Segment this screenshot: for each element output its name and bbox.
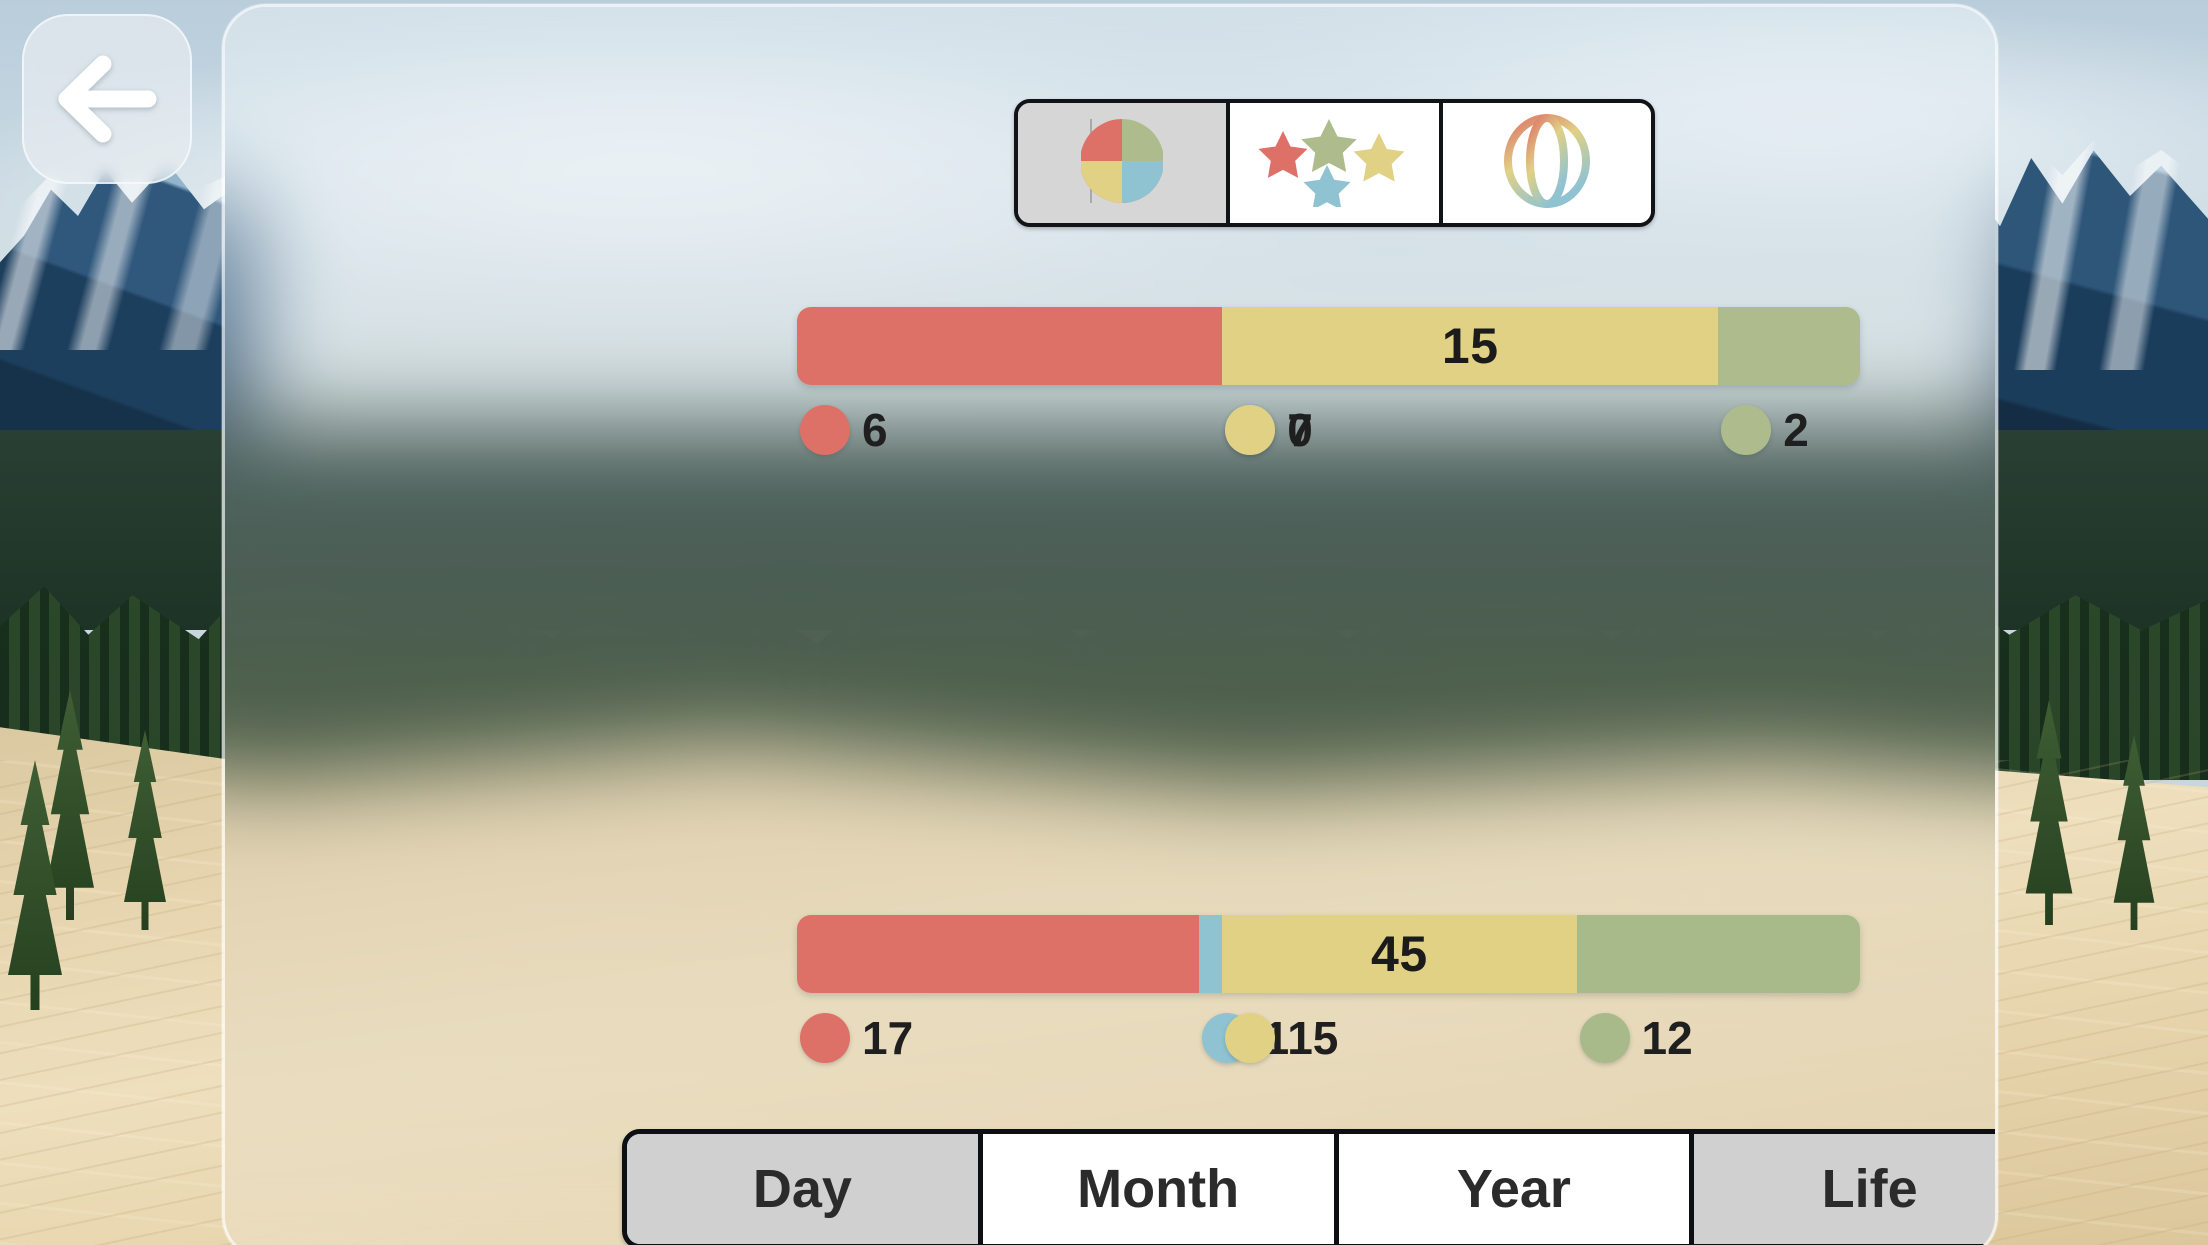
- pie-chart-icon: [1080, 115, 1165, 212]
- legend-dot-yellow: [1225, 1013, 1276, 1063]
- tab-day[interactable]: Day: [627, 1134, 983, 1244]
- tab-globe-view[interactable]: [1442, 103, 1651, 223]
- tab-label: Day: [752, 1159, 852, 1219]
- legend-dot-green: [1579, 1013, 1630, 1063]
- bar-total-label: 45: [1371, 926, 1428, 982]
- app-root: 15 6072 45 17 1 15 12 Day Month Year Life: [0, 0, 2208, 1245]
- back-arrow-icon: [55, 55, 159, 143]
- view-mode-tabs[interactable]: [1014, 99, 1655, 227]
- back-button[interactable]: [22, 14, 192, 184]
- period-tabs[interactable]: Day Month Year Life: [622, 1129, 1995, 1245]
- tab-label: Year: [1456, 1159, 1571, 1219]
- legend-dot-yellow: [1225, 405, 1276, 455]
- legend-value: 17: [862, 1012, 914, 1064]
- legend-dot-red: [800, 1013, 850, 1063]
- legend-value: 7: [1287, 404, 1313, 456]
- panel-content: 15 6072 45 17 1 15 12 Day Month Year Life: [225, 7, 1995, 1245]
- tab-label: Life: [1821, 1159, 1918, 1219]
- bar-segment-red: [797, 307, 1223, 385]
- tab-month[interactable]: Month: [982, 1134, 1339, 1244]
- content-panel: 15 6072 45 17 1 15 12 Day Month Year Life: [222, 4, 1998, 1245]
- legend-item-yellow: 15: [1225, 1013, 1338, 1063]
- globe-icon: [1500, 113, 1594, 214]
- legend-value: 12: [1641, 1012, 1693, 1064]
- legend-value: 6: [862, 404, 888, 456]
- legend-item-green: 12: [1579, 1012, 1693, 1064]
- tab-stars-view[interactable]: [1230, 103, 1443, 223]
- legend-dot-green: [1721, 405, 1772, 455]
- bar-segment-yellow: 15: [1222, 307, 1719, 385]
- tab-life[interactable]: Life: [1694, 1134, 1995, 1244]
- legend-value: 15: [1287, 1012, 1339, 1064]
- tab-label: Month: [1077, 1159, 1240, 1219]
- legend-bottom: 17 1 15 12: [797, 1013, 1860, 1073]
- legend-item-red: 17: [800, 1013, 913, 1063]
- tab-year[interactable]: Year: [1338, 1134, 1695, 1244]
- legend-top: 6072: [797, 405, 1860, 465]
- legend-item-green: 2: [1721, 405, 1809, 455]
- bar-segment-green: [1576, 915, 1860, 993]
- legend-item-yellow: 7: [1225, 405, 1313, 455]
- bar-segment-yellow: 45: [1222, 915, 1577, 993]
- stacked-bar-top[interactable]: 15: [797, 307, 1860, 385]
- stacked-bar-bottom[interactable]: 45: [797, 915, 1860, 993]
- bar-segment-red: [797, 915, 1199, 993]
- stars-icon: [1249, 115, 1419, 212]
- legend-value: 2: [1783, 404, 1809, 456]
- legend-dot-red: [800, 405, 850, 455]
- legend-item-red: 6: [800, 405, 888, 455]
- bar-total-label: 15: [1441, 318, 1499, 374]
- bar-segment-teal: [1198, 915, 1223, 993]
- tab-pie-chart-view[interactable]: [1018, 103, 1231, 223]
- bar-segment-green: [1718, 307, 1860, 385]
